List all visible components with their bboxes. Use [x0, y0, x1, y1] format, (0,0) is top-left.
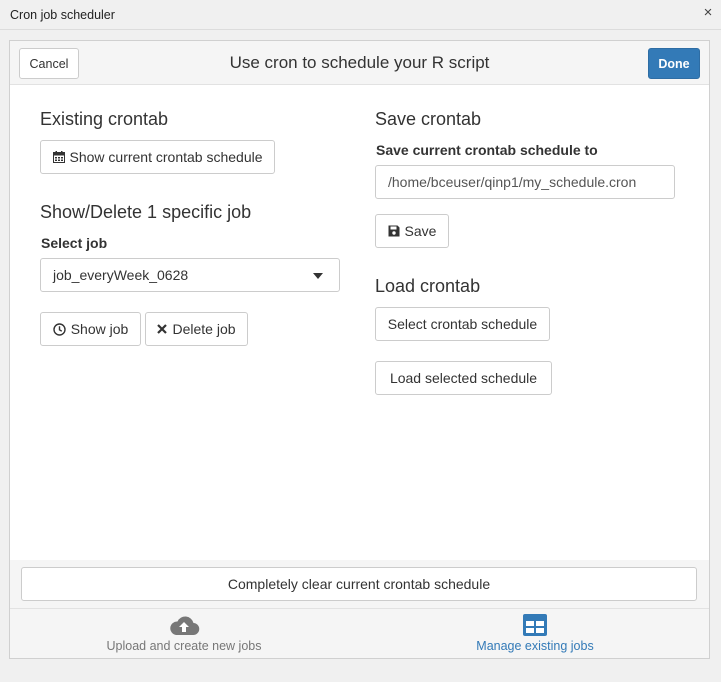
cloud-upload-icon [168, 614, 200, 641]
delete-job-label: Delete job [172, 321, 236, 337]
save-crontab-heading: Save crontab [375, 109, 482, 129]
select-job-dropdown[interactable]: job_everyWeek_0628 [40, 258, 340, 292]
tab-upload-create-jobs[interactable]: Upload and create new jobs [34, 609, 334, 658]
selected-job-value: job_everyWeek_0628 [53, 267, 189, 283]
save-icon [388, 225, 400, 237]
load-selected-schedule-button[interactable]: Load selected schedule [375, 361, 552, 395]
show-job-button[interactable]: Show job [40, 312, 141, 346]
dialog-header: Use cron to schedule your R script Cance… [10, 41, 709, 85]
load-crontab-heading: Load crontab [375, 276, 481, 296]
dialog-title: Use cron to schedule your R script [229, 53, 490, 72]
clear-crontab-button[interactable]: Completely clear current crontab schedul… [21, 567, 697, 601]
tab-manage-label: Manage existing jobs [476, 639, 594, 653]
cancel-button[interactable]: Cancel [19, 48, 79, 79]
bottom-tab-bar: Upload and create new jobs Manage existi… [10, 608, 709, 658]
cron-dialog: Use cron to schedule your R script Cance… [9, 40, 710, 659]
show-delete-heading: Show/Delete 1 specific job [40, 202, 252, 222]
select-crontab-schedule-button[interactable]: Select crontab schedule [375, 307, 550, 341]
save-path-input[interactable] [375, 165, 675, 199]
clock-icon [53, 322, 66, 336]
tab-manage-existing-jobs[interactable]: Manage existing jobs [385, 609, 685, 658]
show-current-schedule-button[interactable]: Show current crontab schedule [40, 140, 275, 174]
table-icon [523, 614, 547, 641]
show-current-schedule-label: Show current crontab schedule [69, 149, 263, 165]
window-title: Cron job scheduler [10, 8, 115, 22]
select-job-label: Select job [41, 235, 108, 251]
tab-upload-label: Upload and create new jobs [106, 639, 262, 653]
close-icon [157, 324, 168, 334]
save-button[interactable]: Save [375, 214, 449, 248]
window-titlebar: Cron job scheduler × [0, 0, 721, 30]
existing-crontab-heading: Existing crontab [40, 109, 169, 129]
calendar-icon [52, 151, 65, 163]
show-job-label: Show job [70, 321, 129, 337]
save-label: Save [404, 223, 437, 239]
caret-down-icon [313, 273, 323, 279]
window-close-icon[interactable]: × [700, 5, 716, 21]
done-button[interactable]: Done [648, 48, 700, 79]
save-to-label: Save current crontab schedule to [376, 142, 598, 158]
delete-job-button[interactable]: Delete job [145, 312, 248, 346]
